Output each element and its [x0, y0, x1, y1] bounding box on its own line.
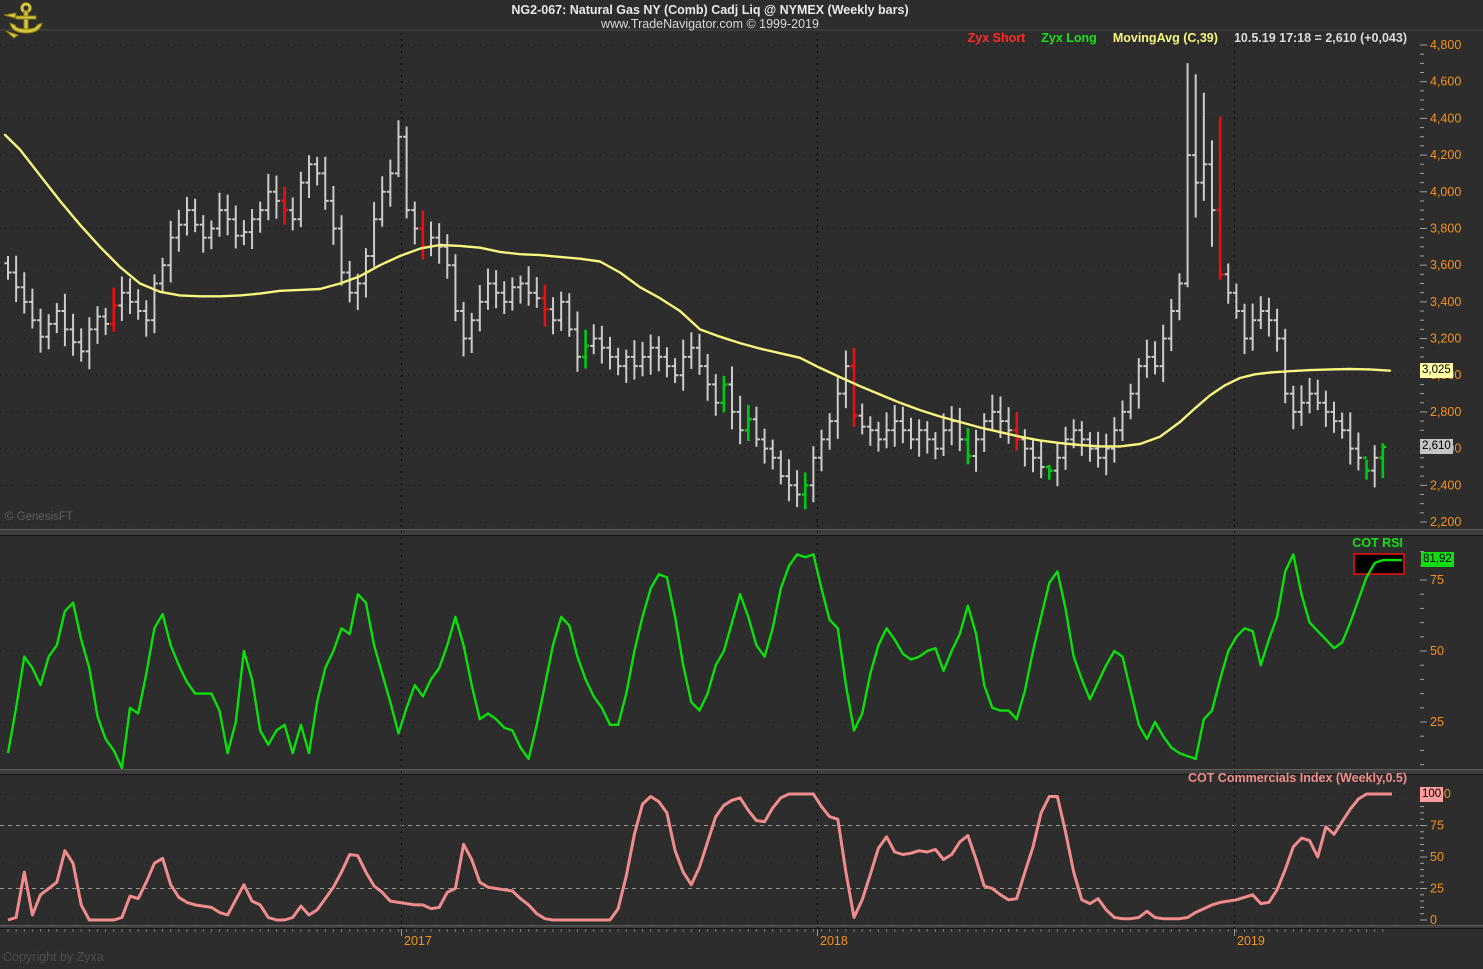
price-axis-label: 2,800	[1430, 405, 1461, 419]
price-axis-label: 4,400	[1430, 111, 1461, 125]
cot-commercials-line	[8, 794, 1392, 920]
chart-title: NG2-067: Natural Gas NY (Comb) Cadj Liq …	[0, 3, 1420, 17]
cot-rsi-panel-title[interactable]: COT RSI	[1352, 536, 1403, 550]
x-axis-year-2017: 2017	[404, 934, 432, 948]
legend-moving-avg[interactable]: MovingAvg (C,39)	[1113, 31, 1218, 45]
cot-commercials-panel-title[interactable]: COT Commercials Index (Weekly,0.5)	[1188, 771, 1407, 785]
x-axis-year-2019: 2019	[1237, 934, 1265, 948]
commercials-axis-label: 25	[1430, 882, 1444, 896]
last-price-badge: 2,610	[1420, 439, 1453, 454]
commercials-axis-label: 75	[1430, 819, 1444, 833]
indicator-legend: Zyx Short Zyx Long MovingAvg (C,39) 10.5…	[968, 31, 1407, 45]
price-axis-label: 3,200	[1430, 332, 1461, 346]
price-axis-label: 4,800	[1430, 38, 1461, 52]
rsi-axis-label: 50	[1430, 644, 1444, 658]
cot-rsi-line	[8, 554, 1402, 768]
commercials-axis-label: 50	[1430, 850, 1444, 864]
moving-average-line	[5, 135, 1390, 447]
rsi-axis-label: 75	[1430, 573, 1444, 587]
price-axis-label: 2,200	[1430, 515, 1461, 529]
zyx-short-signal-bars	[110, 117, 1223, 451]
rsi-value-badge: 81,92	[1421, 552, 1454, 567]
rsi-axis-label: 25	[1430, 715, 1444, 729]
genesis-watermark: © GenesisFT	[5, 511, 73, 523]
rsi-highlight-box	[1354, 554, 1404, 574]
price-axis-label: 3,400	[1430, 295, 1461, 309]
chart-canvas[interactable]: 4,800 4,600 4,400 4,200 4,000 3,800 3,600 3,400…	[0, 0, 1483, 969]
price-axis-label: 4,200	[1430, 148, 1461, 162]
moving-average-value-badge: 3,025	[1420, 363, 1453, 378]
copyright-text: Copyright by Zyxa	[3, 950, 104, 964]
price-bars	[5, 63, 1379, 507]
price-axis-label: 4,600	[1430, 75, 1461, 89]
x-axis-year-2018: 2018	[820, 934, 848, 948]
commercials-value-badge: 100	[1420, 787, 1443, 802]
commercials-axis-label: 0	[1430, 913, 1437, 927]
price-axis-label: 2,400	[1430, 478, 1461, 492]
trade-navigator-window: 4,800 4,600 4,400 4,200 4,000 3,800 3,600 3,400…	[0, 0, 1483, 969]
chart-subtitle: www.TradeNavigator.com © 1999-2019	[0, 17, 1420, 31]
legend-zyx-long[interactable]: Zyx Long	[1041, 31, 1097, 45]
legend-quote-readout: 10.5.19 17:18 = 2,610 (+0,043)	[1234, 31, 1407, 45]
legend-zyx-short[interactable]: Zyx Short	[968, 31, 1026, 45]
price-axis-label: 3,800	[1430, 221, 1461, 235]
price-axis-label: 4,000	[1430, 185, 1461, 199]
price-axis-label: 3,600	[1430, 258, 1461, 272]
